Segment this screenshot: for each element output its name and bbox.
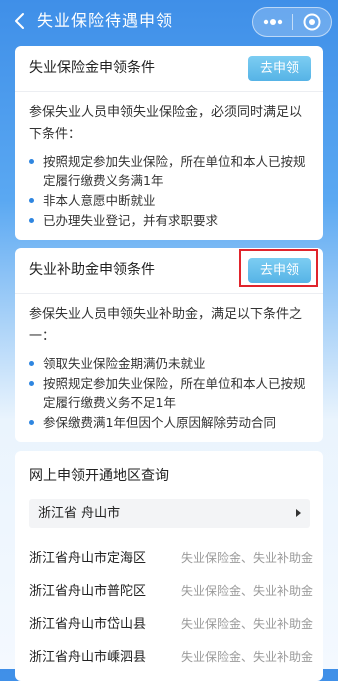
- bullet-dot-icon: [29, 361, 34, 366]
- region-select[interactable]: 浙江省 舟山市: [29, 499, 310, 528]
- region-name: 浙江省舟山市定海区: [29, 551, 147, 566]
- region-benefit-types: 失业保险金、失业补助金: [180, 650, 313, 664]
- region-name: 浙江省舟山市岱山县: [29, 617, 147, 632]
- subsidy-card-header: 失业补助金申领条件 去申领: [15, 248, 323, 294]
- subsidy-condition-list: 领取失业保险金期满仍未就业 按照规定参加失业保险，所在单位和本人已按规定履行缴费…: [29, 354, 313, 432]
- bullet-dot-icon: [29, 381, 34, 386]
- subsidy-intro-text: 参保失业人员申领失业补助金，满足以下条件之一：: [29, 307, 303, 344]
- condition-text: 参保缴费满1年但因个人原因解除劳动合同: [43, 415, 276, 430]
- top-navigation-bar: 失业保险待遇申领: [0, 0, 338, 44]
- condition-text: 非本人意愿中断就业: [43, 193, 156, 208]
- benefit-card-header: 失业保险金申领条件 去申领: [15, 46, 323, 92]
- benefit-intro-text: 参保失业人员申领失业保险金，必须同时满足以下条件：: [29, 105, 303, 142]
- region-benefit-types: 失业保险金、失业补助金: [180, 551, 313, 565]
- condition-item: 领取失业保险金期满仍未就业: [29, 354, 313, 373]
- back-arrow-icon[interactable]: [10, 11, 30, 31]
- bullet-dot-icon: [29, 159, 34, 164]
- region-row: 浙江省舟山市定海区 失业保险金、失业补助金: [29, 545, 313, 578]
- subsidy-card-body: 参保失业人员申领失业补助金，满足以下条件之一： 领取失业保险金期满仍未就业 按照…: [29, 304, 313, 433]
- bullet-dot-icon: [29, 218, 34, 223]
- condition-text: 领取失业保险金期满仍未就业: [43, 356, 206, 371]
- region-row: 浙江省舟山市嵊泗县 失业保险金、失业补助金: [29, 644, 313, 677]
- region-benefit-types: 失业保险金、失业补助金: [180, 617, 313, 631]
- condition-text: 按照规定参加失业保险，所在单位和本人已按规定履行缴费义务不足1年: [43, 376, 306, 410]
- caret-right-icon: [296, 509, 301, 517]
- condition-item: 已办理失业登记，并有求职要求: [29, 211, 313, 230]
- condition-item: 按照规定参加失业保险，所在单位和本人已按规定履行缴费义务满1年: [29, 152, 313, 190]
- mini-program-capsule: [252, 7, 332, 37]
- region-benefit-types: 失业保险金、失业补助金: [180, 584, 313, 598]
- subsidy-card-title: 失业补助金申领条件: [29, 262, 155, 278]
- condition-item: 参保缴费满1年但因个人原因解除劳动合同: [29, 413, 313, 432]
- target-circle-icon[interactable]: [293, 8, 331, 36]
- benefit-card-body: 参保失业人员申领失业保险金，必须同时满足以下条件： 按照规定参加失业保险，所在单…: [29, 102, 313, 231]
- condition-text: 按照规定参加失业保险，所在单位和本人已按规定履行缴费义务满1年: [43, 154, 306, 188]
- page-title: 失业保险待遇申领: [37, 11, 174, 30]
- benefit-card-title: 失业保险金申领条件: [29, 60, 155, 76]
- region-row: 浙江省舟山市普陀区 失业保险金、失业补助金: [29, 578, 313, 611]
- region-name: 浙江省舟山市嵊泗县: [29, 650, 147, 665]
- benefit-conditions-card: 失业保险金申领条件 去申领 参保失业人员申领失业保险金，必须同时满足以下条件： …: [15, 46, 323, 240]
- bullet-dot-icon: [29, 198, 34, 203]
- more-dots-icon[interactable]: [253, 8, 293, 36]
- region-query-title: 网上申领开通地区查询: [29, 468, 169, 484]
- highlight-box: [239, 249, 318, 287]
- subsidy-conditions-card: 失业补助金申领条件 去申领 参保失业人员申领失业补助金，满足以下条件之一： 领取…: [15, 248, 323, 442]
- region-list: 浙江省舟山市定海区 失业保险金、失业补助金 浙江省舟山市普陀区 失业保险金、失业…: [29, 545, 313, 677]
- condition-text: 已办理失业登记，并有求职要求: [43, 213, 219, 228]
- region-query-card: 网上申领开通地区查询 浙江省 舟山市 浙江省舟山市定海区 失业保险金、失业补助金…: [15, 451, 323, 681]
- condition-item: 按照规定参加失业保险，所在单位和本人已按规定履行缴费义务不足1年: [29, 374, 313, 412]
- region-select-value: 浙江省 舟山市: [38, 506, 121, 521]
- region-row: 浙江省舟山市岱山县 失业保险金、失业补助金: [29, 611, 313, 644]
- bullet-dot-icon: [29, 420, 34, 425]
- benefit-apply-button[interactable]: 去申领: [248, 56, 311, 81]
- region-name: 浙江省舟山市普陀区: [29, 584, 147, 599]
- benefit-condition-list: 按照规定参加失业保险，所在单位和本人已按规定履行缴费义务满1年 非本人意愿中断就…: [29, 152, 313, 230]
- condition-item: 非本人意愿中断就业: [29, 191, 313, 210]
